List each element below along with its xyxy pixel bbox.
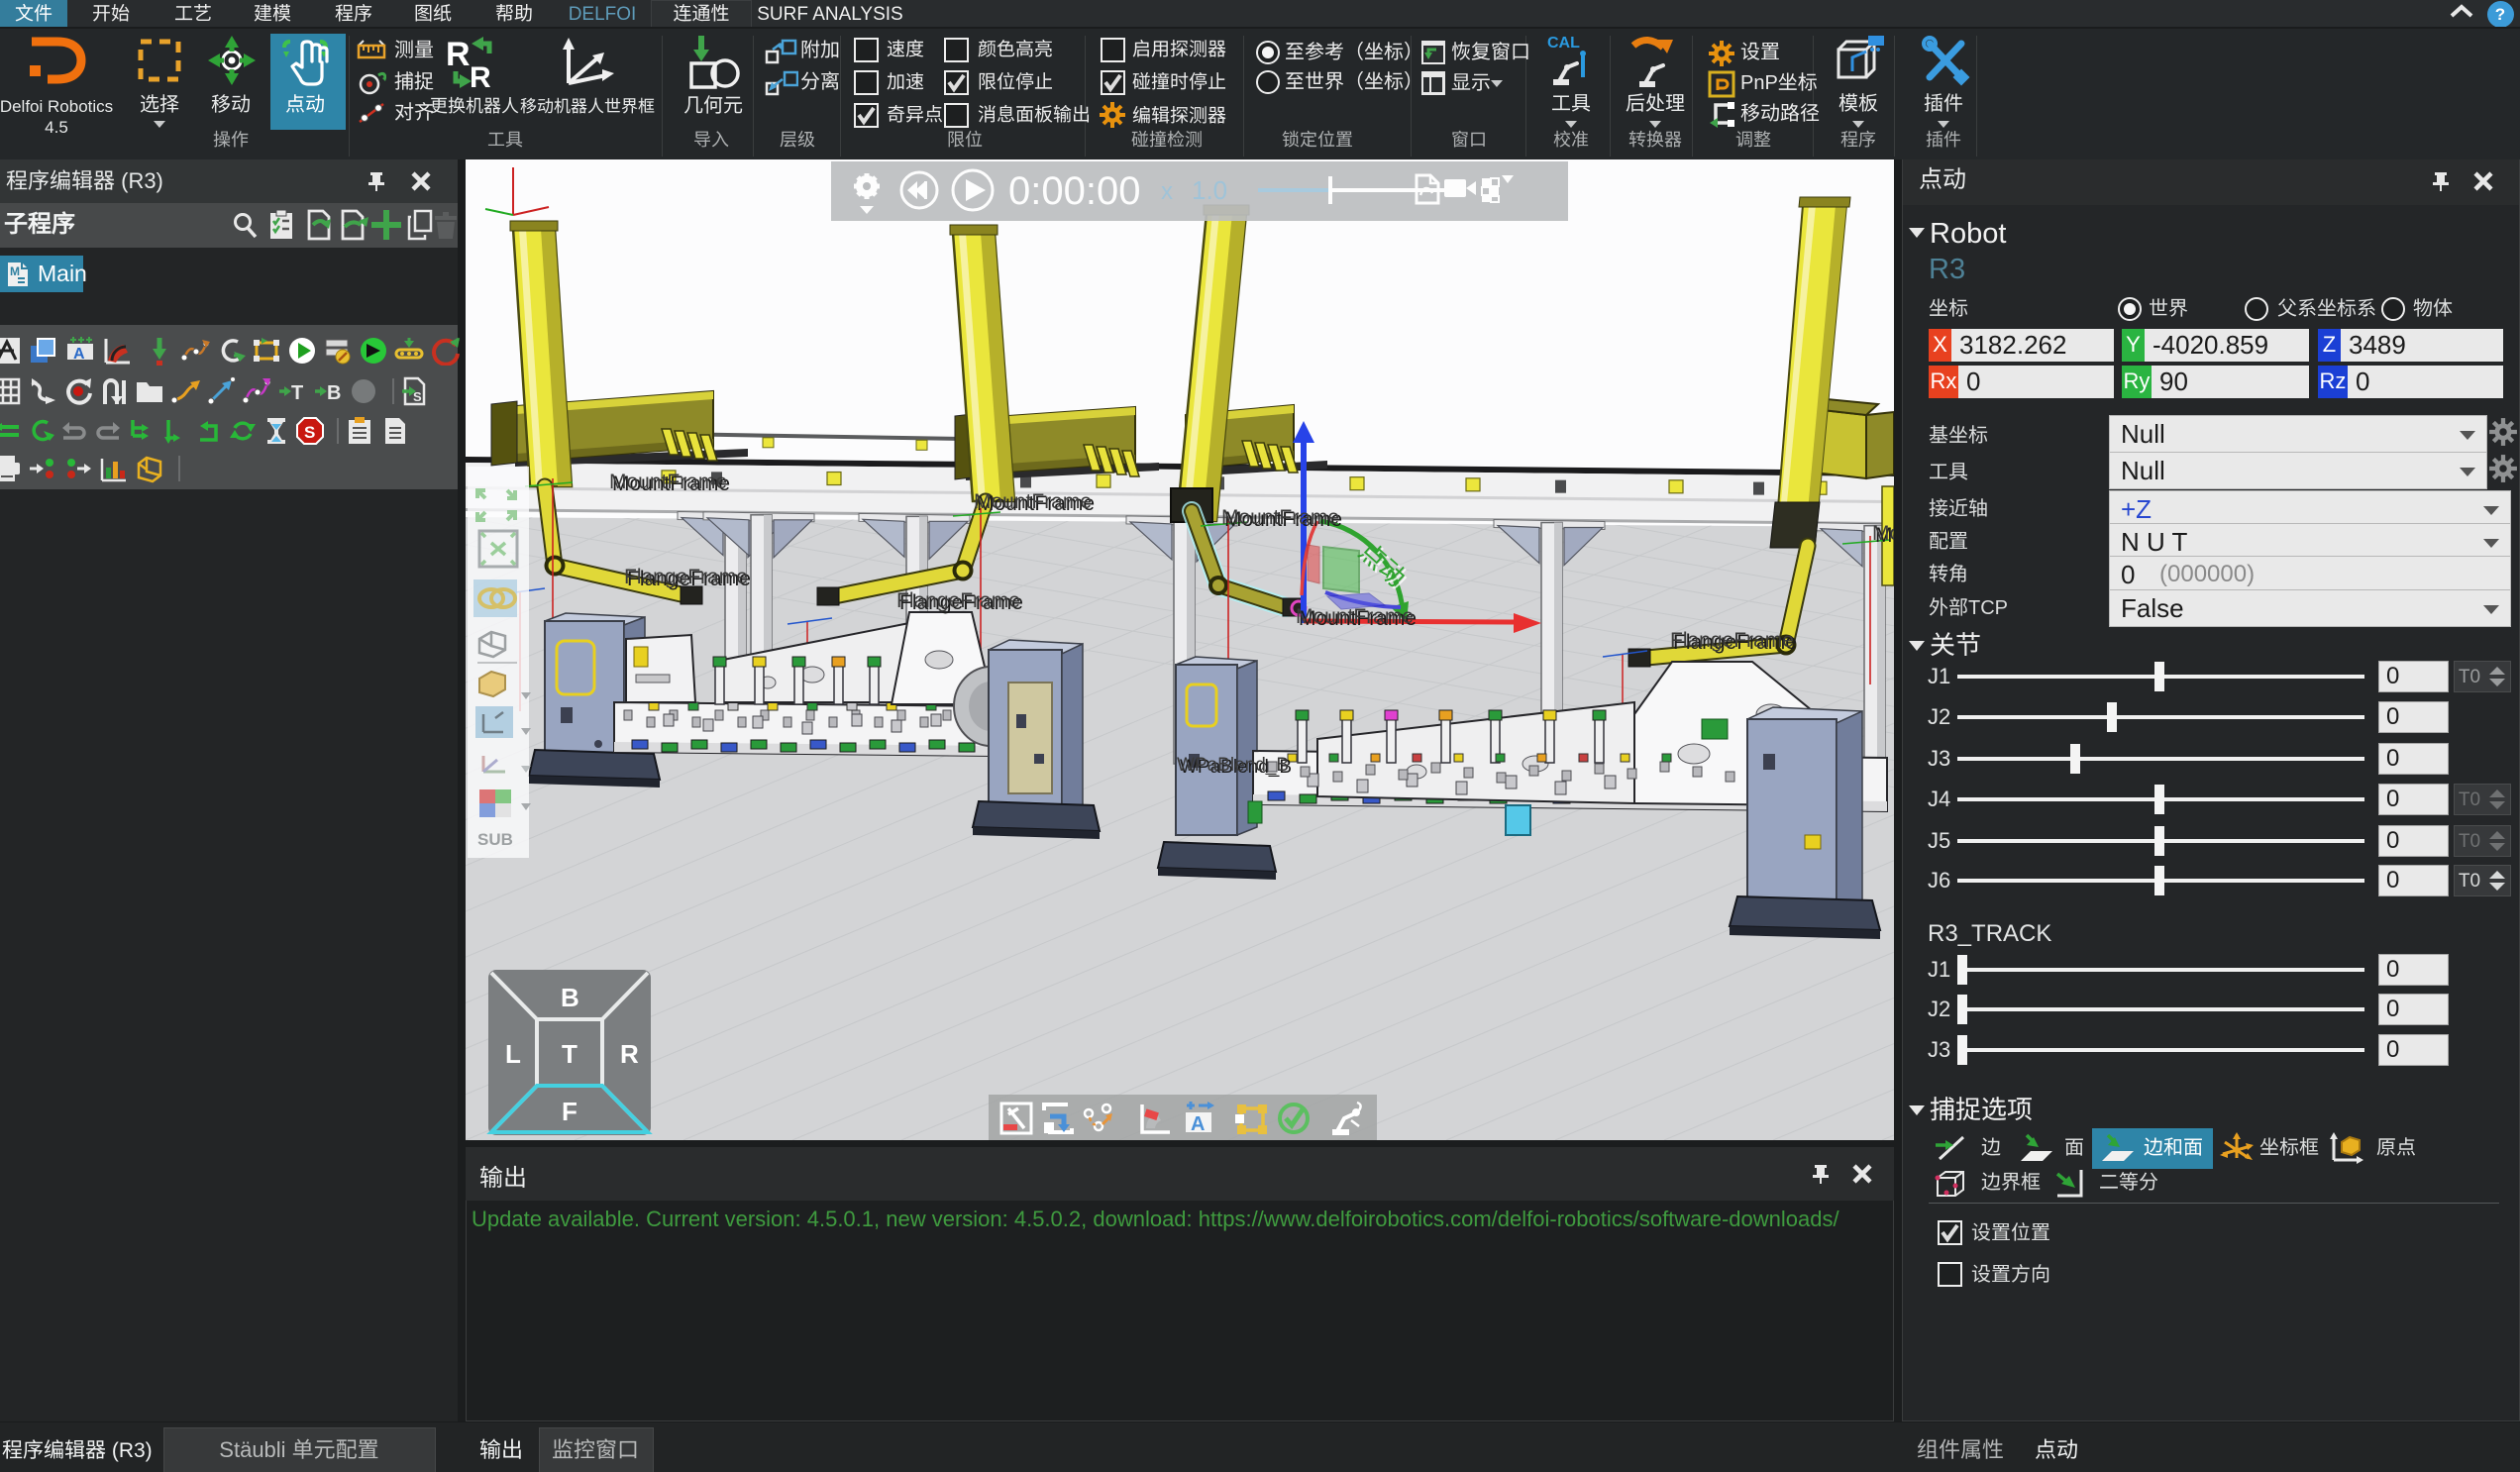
svg-text:WPaBlend_B: WPaBlend_B (1177, 755, 1289, 776)
svg-text:CAL: CAL (1547, 35, 1580, 52)
svg-text:T: T (562, 1039, 578, 1069)
svg-text:MountFrame: MountFrame (974, 490, 1092, 513)
svg-text:R: R (470, 61, 491, 91)
svg-text:1.0: 1.0 (1192, 175, 1227, 205)
svg-text:0:00:00: 0:00:00 (1008, 169, 1140, 213)
svg-text:A: A (1191, 1113, 1205, 1135)
svg-text:B: B (561, 983, 579, 1012)
svg-text:FlangeFrame: FlangeFrame (1670, 629, 1794, 652)
svg-text:MountFrame: MountFrame (609, 471, 727, 493)
svg-text:R: R (620, 1039, 639, 1069)
svg-text:A: A (73, 346, 85, 363)
svg-text:M: M (10, 264, 20, 278)
svg-text:F: F (562, 1097, 578, 1126)
svg-text:FlangeFrame: FlangeFrame (896, 589, 1020, 612)
svg-text:S: S (304, 423, 315, 442)
svg-text:FlangeFrame: FlangeFrame (624, 566, 748, 588)
svg-text:B: B (327, 382, 341, 404)
svg-text:L: L (505, 1039, 521, 1069)
svg-text:S: S (413, 389, 422, 404)
svg-text:T: T (291, 382, 303, 404)
svg-text:Mount: Mount (1872, 522, 1894, 545)
svg-text:MountFrame: MountFrame (1296, 605, 1414, 628)
svg-text:R: R (446, 36, 471, 73)
svg-text:SUB: SUB (477, 830, 513, 849)
svg-text:MountFrame: MountFrame (1221, 506, 1339, 529)
svg-text:x: x (1161, 178, 1173, 205)
